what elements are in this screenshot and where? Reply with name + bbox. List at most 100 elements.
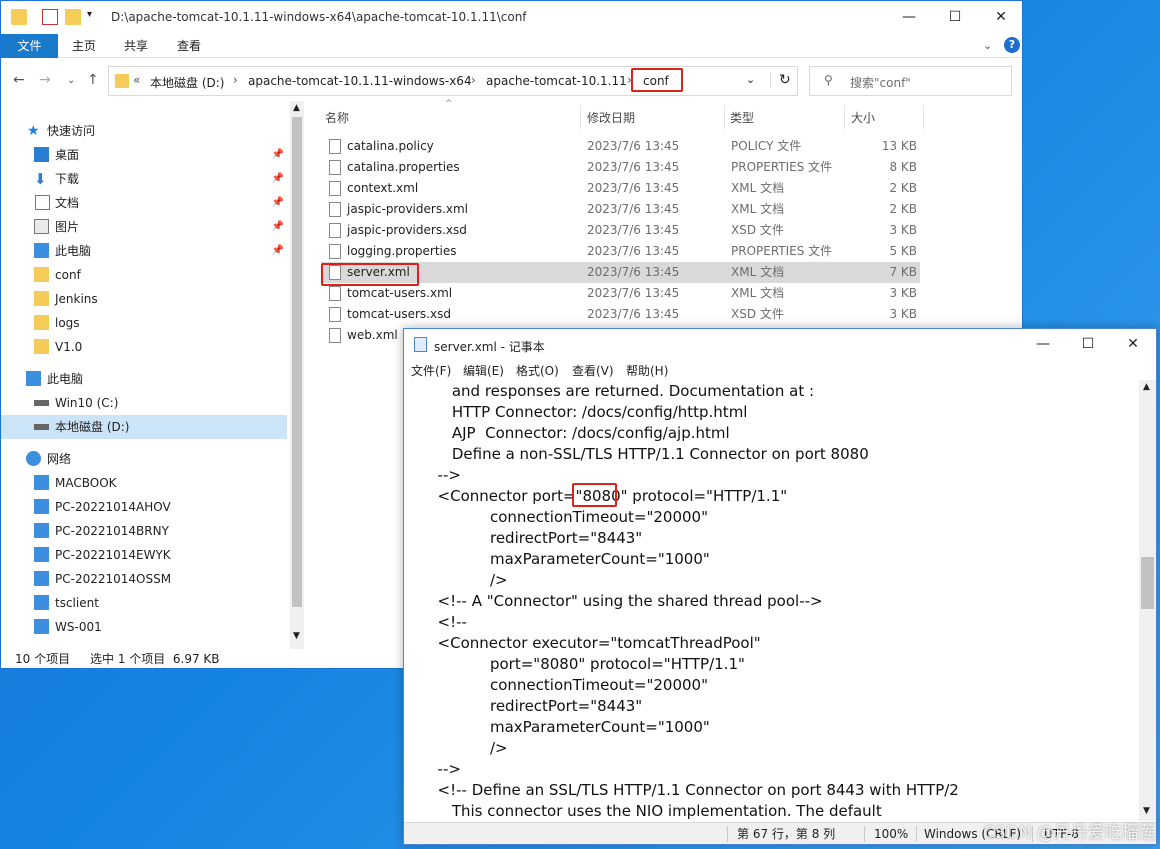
nav-logs[interactable]: logs: [1, 311, 287, 335]
up-arrow-icon[interactable]: ↑: [87, 72, 99, 88]
maximize-button[interactable]: ☐: [1065, 329, 1111, 360]
navigation-scrollbar[interactable]: ▲ ▼: [290, 101, 304, 649]
nav-network-item[interactable]: MACBOOK: [1, 471, 287, 495]
nav-documents[interactable]: 文档 📌: [1, 191, 287, 215]
text-line: HTTP Connector: /docs/config/http.html: [428, 403, 748, 421]
file-row[interactable]: jaspic-providers.xsd 2023/7/6 13:45 XSD 文件…: [321, 220, 920, 241]
nav-this-pc[interactable]: 此电脑: [1, 367, 287, 391]
help-icon[interactable]: ?: [1004, 37, 1020, 53]
close-button[interactable]: ✕: [1110, 329, 1156, 360]
nav-v1[interactable]: V1.0: [1, 335, 287, 359]
forward-arrow-icon[interactable]: →: [39, 72, 51, 88]
file-icon: [329, 160, 341, 175]
column-name[interactable]: 名称: [325, 109, 349, 126]
maximize-button[interactable]: ☐: [932, 1, 978, 34]
file-row[interactable]: catalina.properties 2023/7/6 13:45 PROPERT…: [321, 157, 920, 178]
file-row[interactable]: tomcat-users.xsd 2023/7/6 13:45 XSD 文件 3 KB: [321, 304, 920, 325]
nav-drive-c[interactable]: Win10 (C:): [1, 391, 287, 415]
status-divider: [727, 826, 728, 842]
properties-icon[interactable]: [42, 9, 58, 25]
file-row[interactable]: jaspic-providers.xml 2023/7/6 13:45 XML 文档…: [321, 199, 920, 220]
notepad-menu-bar: 文件(F) 编辑(E) 格式(O) 查看(V) 帮助(H): [404, 360, 1156, 380]
breadcrumb-tomcat-windows[interactable]: apache-tomcat-10.1.11-windows-x64: [248, 74, 472, 88]
breadcrumb-drive-d[interactable]: 本地磁盘 (D:): [150, 74, 224, 91]
back-arrow-icon[interactable]: ←: [13, 72, 25, 88]
menu-edit[interactable]: 编辑(E): [463, 362, 504, 379]
tab-file[interactable]: 文件: [1, 34, 58, 58]
computer-icon: [34, 619, 49, 634]
quick-access-dropdown-icon[interactable]: ▾: [87, 9, 92, 20]
scroll-up-icon[interactable]: ▲: [1143, 382, 1150, 392]
nav-desktop[interactable]: 桌面 📌: [1, 143, 287, 167]
menu-format[interactable]: 格式(O): [516, 362, 559, 379]
computer-icon: [34, 475, 49, 490]
notepad-vertical-scrollbar[interactable]: ▲ ▼: [1139, 380, 1156, 821]
nav-pictures[interactable]: 图片 📌: [1, 215, 287, 239]
watermark: CSDN @丹丹爱吃榴莲: [983, 823, 1156, 843]
item-count: 10 个项目: [15, 652, 71, 666]
nav-network-item[interactable]: tsclient: [1, 591, 287, 615]
nav-network[interactable]: 网络: [1, 447, 287, 471]
nav-quick-access[interactable]: ★ 快速访问: [1, 119, 287, 143]
text-line: connectionTimeout="20000": [428, 676, 708, 694]
nav-network-item[interactable]: PC-20221014OSSM: [1, 567, 287, 591]
file-row[interactable]: catalina.policy 2023/7/6 13:45 POLICY 文件 13…: [321, 136, 920, 157]
column-date[interactable]: 修改日期: [587, 109, 635, 126]
nav-this-pc-quick[interactable]: 此电脑 📌: [1, 239, 287, 263]
nav-network-item[interactable]: WS-001: [1, 615, 287, 639]
minimize-button[interactable]: —: [1020, 329, 1066, 360]
refresh-icon[interactable]: ↻: [770, 72, 791, 88]
folder-icon: [34, 267, 49, 282]
window-title-path: D:\apache-tomcat-10.1.11-windows-x64\apa…: [111, 10, 527, 24]
nav-downloads[interactable]: ⬇ 下载 📌: [1, 167, 287, 191]
scroll-up-icon[interactable]: ▲: [293, 103, 300, 113]
breadcrumb-tomcat[interactable]: apache-tomcat-10.1.11: [486, 74, 627, 88]
nav-drive-d[interactable]: 本地磁盘 (D:): [1, 415, 287, 439]
tab-home[interactable]: 主页: [57, 34, 111, 58]
nav-network-item[interactable]: PC-20221014EWYK: [1, 543, 287, 567]
text-line: />: [428, 739, 508, 757]
notepad-text-area[interactable]: and responses are returned. Documentatio…: [428, 381, 1138, 822]
scroll-down-icon[interactable]: ▼: [1143, 806, 1150, 816]
scroll-thumb[interactable]: [1141, 557, 1154, 609]
xml-file-icon: [329, 202, 341, 217]
close-button[interactable]: ✕: [978, 1, 1024, 34]
computer-icon: [34, 571, 49, 586]
nav-jenkins[interactable]: Jenkins: [1, 287, 287, 311]
menu-file[interactable]: 文件(F): [411, 362, 451, 379]
xml-file-icon: [329, 328, 341, 343]
recent-locations-icon[interactable]: ⌄: [67, 75, 75, 86]
nav-network-item[interactable]: PC-20221014BRNY: [1, 519, 287, 543]
drive-icon: [34, 400, 49, 406]
computer-icon: [34, 499, 49, 514]
file-row[interactable]: context.xml 2023/7/6 13:45 XML 文档 2 KB: [321, 178, 920, 199]
breadcrumb-overflow[interactable]: «: [133, 73, 140, 87]
text-line: <!--: [428, 613, 467, 631]
search-input[interactable]: ⚲ 搜索"conf": [809, 66, 1012, 96]
scroll-down-icon[interactable]: ▼: [293, 631, 300, 641]
drive-icon: [34, 424, 49, 430]
computer-icon: [26, 371, 41, 386]
desktop-icon: [34, 147, 49, 162]
text-line: port="8080" protocol="HTTP/1.1": [428, 655, 745, 673]
breadcrumb-separator: ›: [233, 73, 238, 87]
address-bar[interactable]: « 本地磁盘 (D:) › apache-tomcat-10.1.11-wind…: [108, 66, 798, 96]
nav-network-item[interactable]: PC-20221014AHOV: [1, 495, 287, 519]
tab-view[interactable]: 查看: [162, 34, 216, 58]
column-type[interactable]: 类型: [730, 109, 754, 126]
highlight-server-xml: [321, 263, 419, 286]
address-dropdown-icon[interactable]: ⌄: [746, 73, 755, 86]
column-size[interactable]: 大小: [851, 109, 875, 126]
text-line: redirectPort="8443": [428, 697, 643, 715]
tab-share[interactable]: 共享: [109, 34, 163, 58]
minimize-button[interactable]: —: [886, 1, 932, 34]
scroll-thumb[interactable]: [292, 117, 302, 607]
menu-view[interactable]: 查看(V): [572, 362, 614, 379]
nav-conf[interactable]: conf: [1, 263, 287, 287]
cursor-position: 第 67 行，第 8 列: [737, 827, 836, 841]
expand-ribbon-icon[interactable]: ⌄: [983, 39, 992, 52]
file-row[interactable]: tomcat-users.xml 2023/7/6 13:45 XML 文档 3 KB: [321, 283, 920, 304]
menu-help[interactable]: 帮助(H): [626, 362, 668, 379]
file-row[interactable]: logging.properties 2023/7/6 13:45 PROPERTI…: [321, 241, 920, 262]
new-folder-icon[interactable]: [65, 9, 81, 25]
